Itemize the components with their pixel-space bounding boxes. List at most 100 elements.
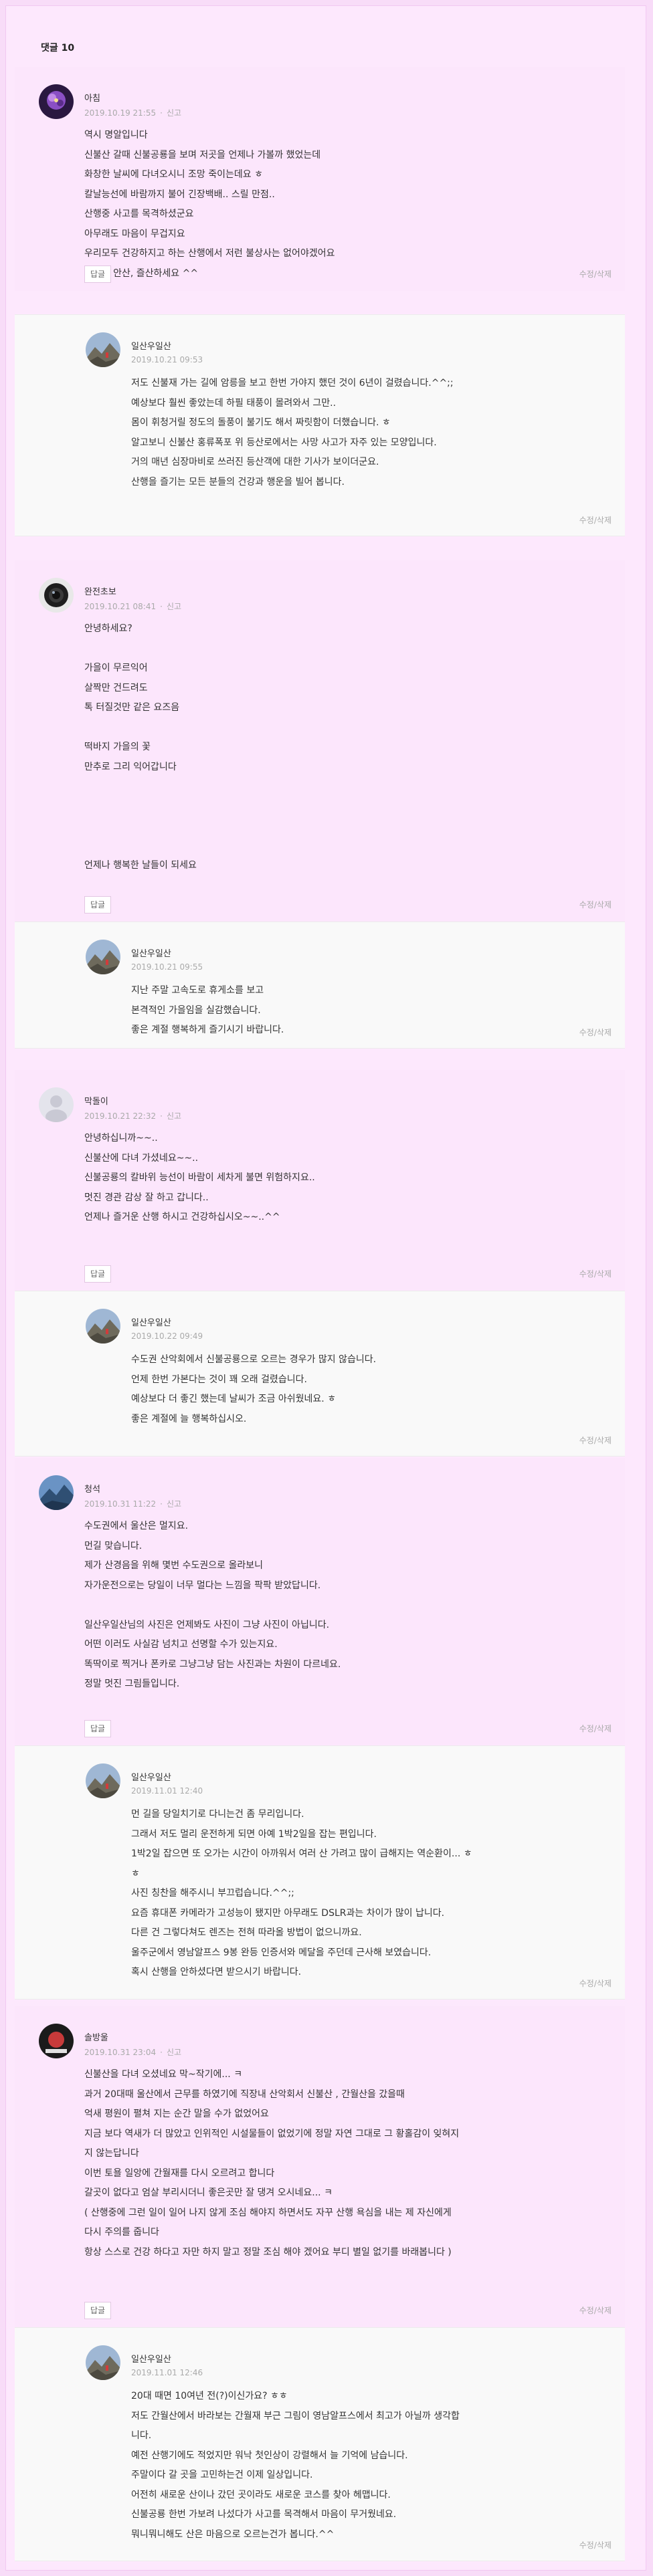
delete-link[interactable]: 삭제 (597, 516, 612, 525)
report-link[interactable]: 신고 (167, 108, 181, 118)
report-link[interactable]: 신고 (167, 1499, 181, 1509)
delete-link[interactable]: 삭제 (597, 1436, 612, 1445)
comment-line: 요즘 휴대폰 카메라가 고성능이 됐지만 아무래도 DSLR과는 차이가 많이 … (131, 1907, 445, 1919)
comment-line: 그래서 저도 멀리 운전하게 되면 아예 1박2일을 잡는 편입니다. (131, 1828, 377, 1840)
edit-delete-links: 수정/삭제 (579, 899, 612, 910)
author-name[interactable]: 완전초보 (84, 584, 116, 597)
comment-body: 수도권에서 울산은 멀지요. 먼길 맞습니다. 제가 산경음을 위해 몇번 수도권으… (84, 1517, 593, 1695)
avatar[interactable] (86, 940, 120, 974)
author-name[interactable]: 일산우일산 (131, 1770, 171, 1783)
delete-link[interactable]: 삭제 (597, 1028, 612, 1037)
comment-line: 언제나 즐거운 산행 하시고 건강하십시오~~..^^ (84, 1212, 280, 1222)
report-link[interactable]: 신고 (167, 1111, 181, 1121)
comment-body: 20대 때면 10여년 전(?)이신가요? ㅎㅎ 저도 간월산에서 바라보는 간월… (131, 2387, 640, 2545)
edit-link[interactable]: 수정 (579, 516, 594, 525)
edit-link[interactable]: 수정 (579, 2541, 594, 2550)
avatar[interactable] (86, 332, 120, 367)
avatar[interactable] (39, 1087, 74, 1122)
comment-line: 20대 때면 10여년 전(?)이신가요? ㅎㅎ (131, 2391, 288, 2401)
delete-link[interactable]: 삭제 (597, 1724, 612, 1733)
comment-line: 좋은 계절 행복하게 즐기시기 바랍니다. (131, 1025, 284, 1035)
author-name[interactable]: 솔방울 (84, 2030, 108, 2043)
comment-line: 산행을 즐기는 모든 분들의 건강과 행운을 빌어 봅니다. (131, 476, 345, 488)
avatar[interactable] (86, 1763, 120, 1798)
reply-button[interactable]: 답글 (84, 896, 112, 914)
comment-line: 칼날능선에 바람까지 불어 긴장백배.. 스릴 만점.. (84, 189, 275, 200)
avatar[interactable] (39, 2024, 74, 2058)
comment-line: 다시 주의를 줍니다 (84, 2227, 159, 2238)
edit-link[interactable]: 수정 (579, 1979, 594, 1988)
reply-comment: 일산우일산 2019.10.22 09:49 수도권 산악회에서 신불공룡으로 오르… (15, 1291, 625, 1457)
delete-link[interactable]: 삭제 (597, 2306, 612, 2315)
avatar[interactable] (86, 2345, 120, 2380)
delete-link[interactable]: 삭제 (597, 900, 612, 909)
comment-line: 알고보니 신불산 홍류폭포 위 등산로에서는 사망 사고가 자주 있는 모양입니… (131, 437, 437, 448)
comment-line: 항상 스스로 건강 하다고 자만 하지 말고 정말 조심 해야 겠어요 부디 별… (84, 2246, 452, 2258)
comment-line: 언제 한번 가본다는 것이 꽤 오래 걸렸습니다. (131, 1374, 307, 1385)
comment-line: 뭐니뭐니해도 산은 마음으로 오르는건가 봅니다.^^ (131, 2529, 335, 2540)
comment-line: 신불산 갈때 신불공룡을 보며 저곳을 언제나 가볼까 했었는데 (84, 149, 321, 160)
edit-link[interactable]: 수정 (579, 1724, 594, 1733)
comment-line: 수도권 산악회에서 신불공룡으로 오르는 경우가 많지 않습니다. (131, 1354, 377, 1365)
report-link[interactable]: 신고 (167, 602, 181, 611)
reply-button[interactable]: 답글 (84, 265, 112, 283)
comment-date: 2019.11.01 12:40 (131, 1786, 203, 1796)
comment-date: 2019.10.21 09:53 (131, 355, 203, 364)
comment-date: 2019.10.22 09:49 (131, 1331, 203, 1341)
comment-line: 좋은 계절에 늘 행복하십시오. (131, 1413, 247, 1424)
comment-line (84, 777, 593, 797)
comment-line: 니다. (131, 2430, 152, 2441)
comment-line (84, 797, 593, 817)
edit-delete-links: 수정/삭제 (579, 1027, 612, 1038)
author-name[interactable]: 일산우일산 (131, 946, 171, 959)
comment-body: 역시 명알입니다 신불산 갈때 신불공룡을 보며 저곳을 언제나 가볼까 했었는데… (84, 126, 593, 284)
edit-link[interactable]: 수정 (579, 270, 594, 279)
avatar[interactable] (39, 578, 74, 613)
reply-button[interactable]: 답글 (84, 2302, 112, 2319)
comment-date: 2019.11.01 12:46 (131, 2368, 203, 2377)
comment-line: 안녕하세요? (84, 623, 132, 634)
edit-link[interactable]: 수정 (579, 1436, 594, 1445)
comment-line: 다른 건 그렇다쳐도 렌즈는 전혀 따라올 방법이 없으니까요. (131, 1927, 362, 1938)
avatar[interactable] (86, 1309, 120, 1344)
delete-link[interactable]: 삭제 (597, 2541, 612, 2550)
comment-line (84, 1596, 593, 1616)
comment-line: 화창한 날씨에 다녀오시니 조망 죽이는데요 ㅎ (84, 169, 263, 180)
edit-link[interactable]: 수정 (579, 1028, 594, 1037)
edit-delete-links: 수정/삭제 (579, 2304, 612, 2316)
comment-line: 몸이 휘청거릴 정도의 돌풍이 불기도 해서 짜릿함이 더했습니다. ㅎ (131, 417, 391, 428)
comment-line (84, 817, 593, 837)
comment-line: 지 않는답니다 (84, 2148, 139, 2159)
author-name[interactable]: 일산우일산 (131, 1315, 171, 1328)
report-link[interactable]: 신고 (167, 2048, 181, 2057)
reply-button[interactable]: 답글 (84, 1265, 112, 1283)
author-name[interactable]: 일산우일산 (131, 2352, 171, 2365)
edit-link[interactable]: 수정 (579, 900, 594, 909)
avatar[interactable] (39, 1475, 74, 1510)
edit-link[interactable]: 수정 (579, 1269, 594, 1279)
comment-date: 2019.10.21 08:41 (84, 602, 157, 611)
author-name[interactable]: 막돌이 (84, 1094, 108, 1107)
comment-meta: 2019.10.19 21:55 · 신고 (84, 107, 181, 118)
comment-line: 예전 산행기에도 적었지만 워낙 첫인상이 강렬해서 늘 기억에 남습니다. (131, 2450, 408, 2461)
reply-comment: 일산우일산 2019.11.01 12:40 먼 길을 당일치기로 다니는건 좀 무… (15, 1745, 625, 2000)
edit-link[interactable]: 수정 (579, 2306, 594, 2315)
comment-line: 이번 토욜 일앙에 간월재를 다시 오르려고 합니다 (84, 2167, 275, 2179)
comment-meta: 2019.11.01 12:40 (131, 1786, 203, 1796)
reply-button[interactable]: 답글 (84, 1720, 112, 1737)
comment-line: 과거 20대때 울산에서 근무를 하였기에 직장내 산악회서 신불산 , 간월산… (84, 2088, 405, 2100)
author-name[interactable]: 청석 (84, 1482, 100, 1495)
author-name[interactable]: 일산우일산 (131, 339, 171, 352)
comment-meta: 2019.11.01 12:46 (131, 2368, 203, 2377)
delete-link[interactable]: 삭제 (597, 1979, 612, 1988)
delete-link[interactable]: 삭제 (597, 270, 612, 279)
edit-delete-links: 수정/삭제 (579, 1977, 612, 1989)
comment-line: 신불산을 다녀 오셨네요 막~작기에... ㅋ (84, 2069, 243, 2080)
delete-link[interactable]: 삭제 (597, 1269, 612, 1279)
comment-line: 울주군에서 영남알프스 9봉 완등 인증서와 메달을 주던데 근사해 보였습니다… (131, 1947, 432, 1958)
author-name[interactable]: 아침 (84, 91, 100, 104)
reply-comment: 일산우일산 2019.10.21 09:55 지난 주말 고속도로 휴게소를 보고 본… (15, 922, 625, 1049)
comment-line: 어떤 이러도 사실감 넘치고 선명할 수가 있는지요. (84, 1639, 278, 1650)
comment-line: 지난 주말 고속도로 휴게소를 보고 (131, 985, 264, 996)
avatar[interactable] (39, 84, 74, 119)
